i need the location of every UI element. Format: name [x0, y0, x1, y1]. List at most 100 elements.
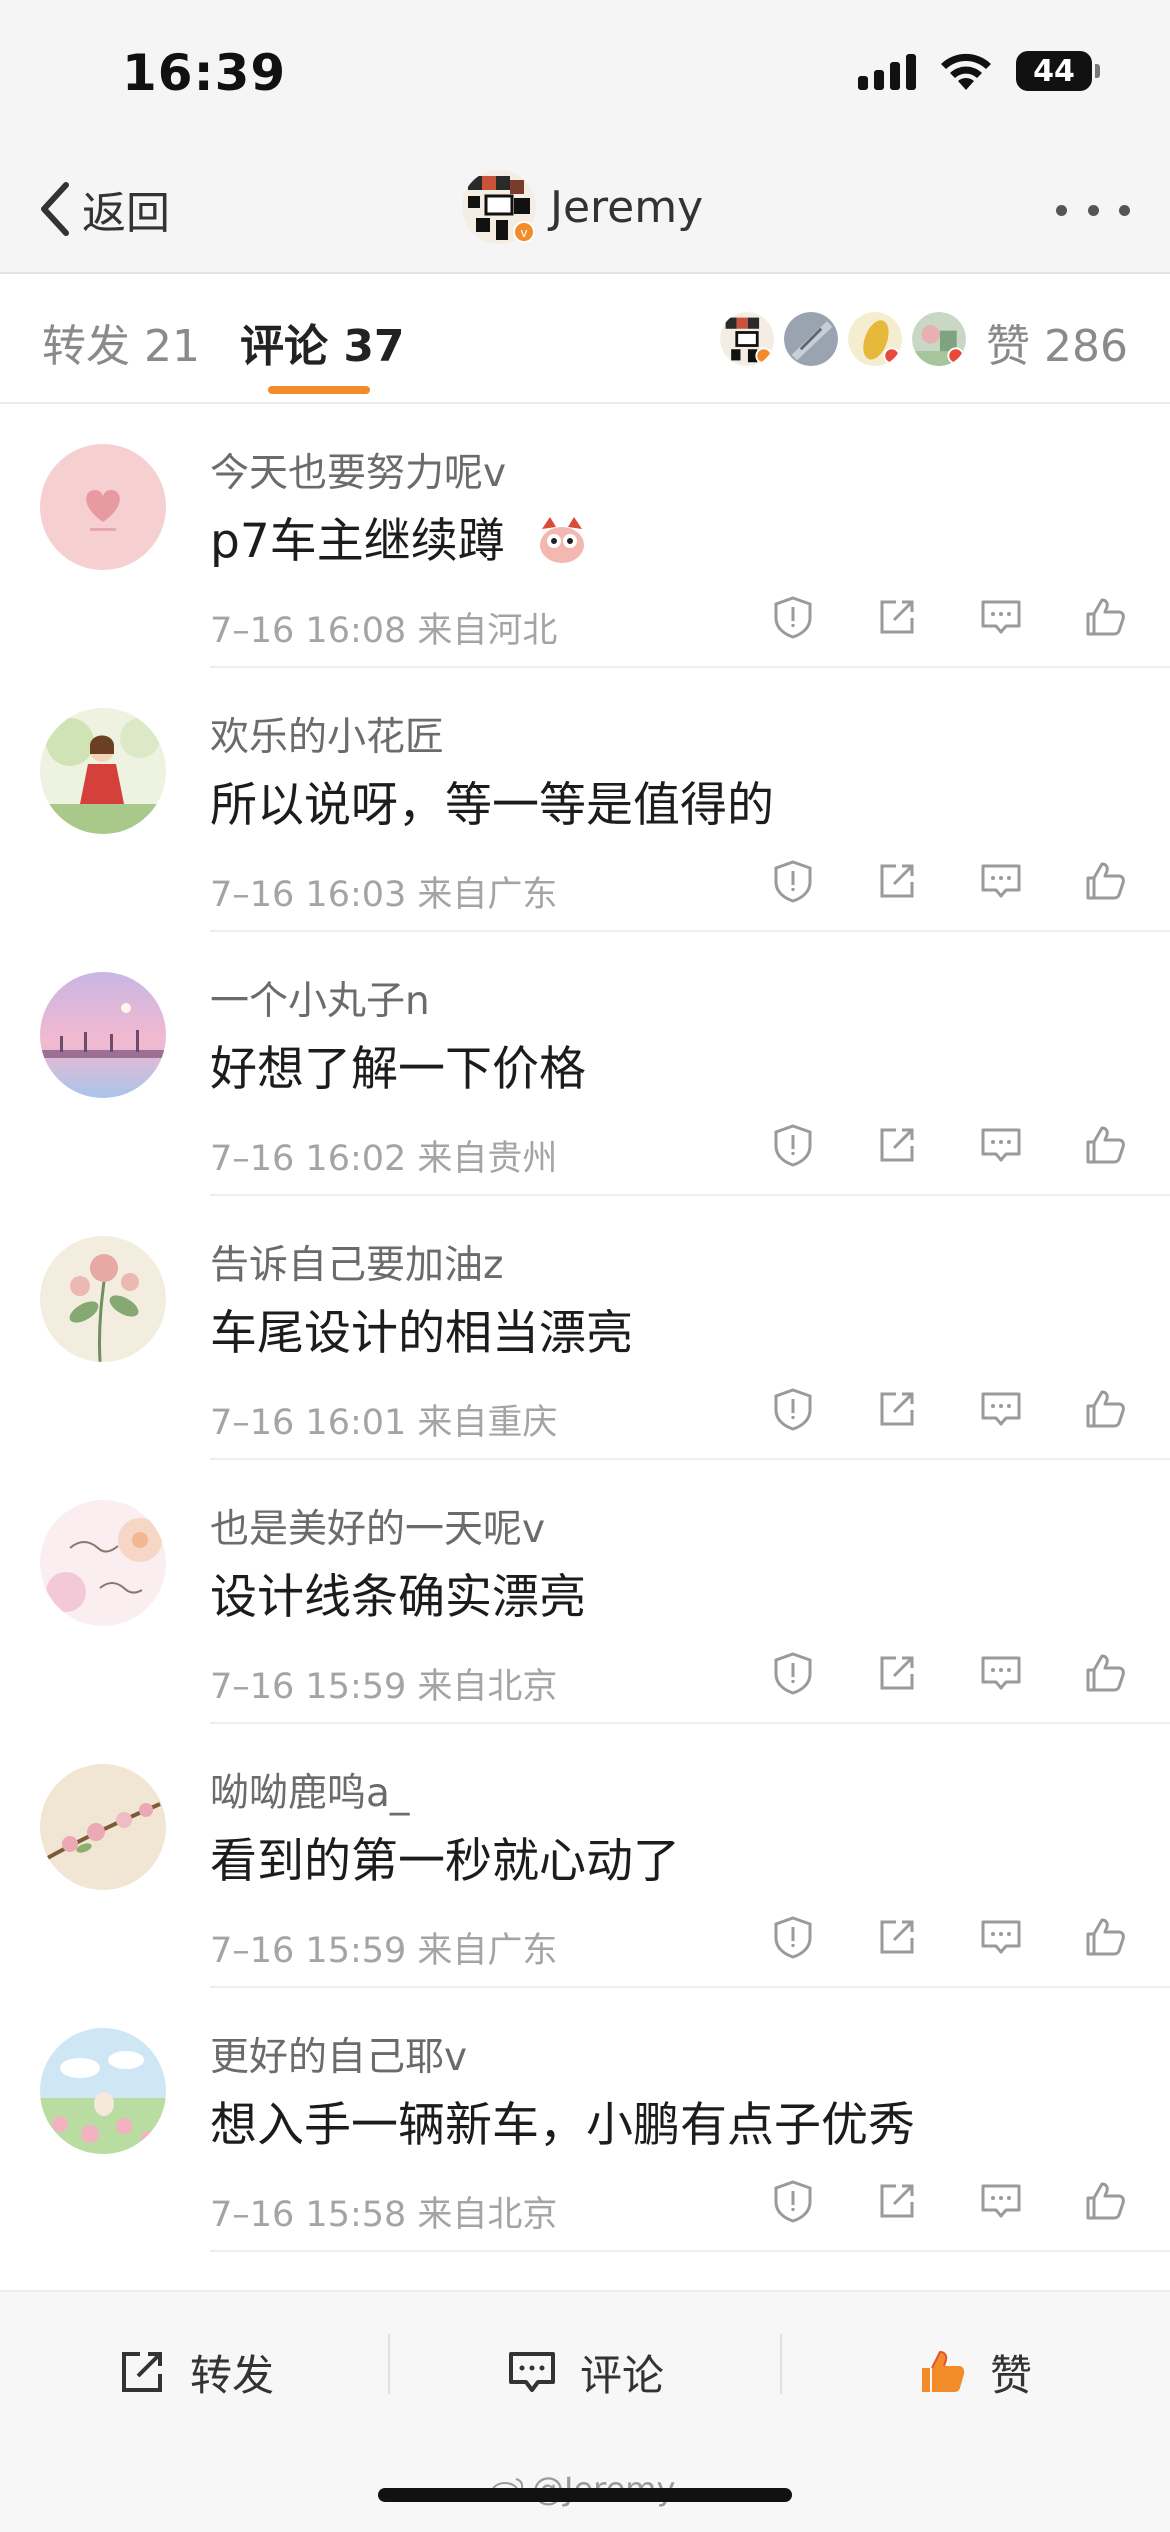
- comment-text: 车尾设计的相当漂亮: [210, 1306, 633, 1361]
- active-tab-indicator: [268, 386, 370, 394]
- comment-item: 今天也要努力呢v p7车主继续蹲 7–16 16:08 来自河北: [0, 404, 1170, 668]
- tab-reposts[interactable]: 转发 21: [42, 310, 200, 374]
- comment-meta: 7–16 16:03 来自广东: [210, 875, 558, 915]
- toolbar-divider: [388, 2334, 390, 2394]
- comment-item: 告诉自己要加油z 车尾设计的相当漂亮 7–16 16:01 来自重庆: [0, 1196, 1170, 1460]
- comment-text: 看到的第一秒就心动了: [210, 1834, 680, 1889]
- like-thumb-filled-icon: [922, 2350, 965, 2392]
- reply-icon[interactable]: [978, 1650, 1024, 1696]
- comment-item: 呦呦鹿鸣a_ 看到的第一秒就心动了 7–16 15:59 来自广东: [0, 1724, 1170, 1988]
- commenter-name[interactable]: 欢乐的小花匠: [210, 706, 444, 762]
- commenter-name[interactable]: 告诉自己要加油z: [210, 1234, 503, 1290]
- comment-text: 想入手一辆新车，小鹏有点子优秀: [210, 2098, 915, 2153]
- more-options-button[interactable]: [1056, 190, 1130, 230]
- status-time: 16:39: [122, 44, 287, 102]
- comment-item: 一个小丸子n 好想了解一下价格 7–16 16:02 来自贵州: [0, 932, 1170, 1196]
- comment-actions: [770, 1650, 1128, 1696]
- comment-text: 所以说呀，等一等是值得的: [210, 778, 774, 833]
- comment-button[interactable]: 评论: [506, 2332, 664, 2412]
- commenter-avatar[interactable]: [40, 2028, 166, 2154]
- comment-text: 设计线条确实漂亮: [210, 1570, 586, 1625]
- share-icon[interactable]: [874, 1650, 920, 1696]
- comment-item: 也是美好的一天呢v 设计线条确实漂亮 7–16 15:59 来自北京: [0, 1460, 1170, 1724]
- sticker-emoji-icon: [539, 517, 584, 563]
- chevron-left-icon: [41, 182, 69, 236]
- tab-bar: 转发 21 评论 37 赞 286: [0, 274, 1170, 404]
- repost-button[interactable]: 转发: [116, 2332, 274, 2412]
- commenter-avatar[interactable]: [40, 1236, 166, 1362]
- comment-icon: [509, 2352, 555, 2392]
- comment-item: 欢乐的小花匠 所以说呀，等一等是值得的 7–16 16:03 来自广东: [0, 668, 1170, 932]
- commenter-name[interactable]: 一个小丸子n: [210, 970, 430, 1026]
- like-thumb-icon[interactable]: [1082, 1122, 1128, 1168]
- comment-item: 更好的自己耶v 想入手一辆新车，小鹏有点子优秀 7–16 15:58 来自北京: [0, 1988, 1170, 2252]
- commenter-name[interactable]: 呦呦鹿鸣a_: [210, 1762, 409, 1818]
- user-avatar[interactable]: v: [462, 170, 536, 244]
- comment-meta: 7–16 15:59 来自广东: [210, 1931, 558, 1971]
- report-shield-icon[interactable]: [770, 1386, 816, 1432]
- report-shield-icon[interactable]: [770, 1914, 816, 1960]
- home-indicator: [378, 2488, 792, 2502]
- reply-icon[interactable]: [978, 1914, 1024, 1960]
- report-shield-icon[interactable]: [770, 1650, 816, 1696]
- commenter-name[interactable]: 也是美好的一天呢v: [210, 1498, 545, 1554]
- battery-icon: 44: [1016, 51, 1100, 91]
- nav-bar: 返回 v Jeremy: [0, 150, 1170, 274]
- reply-icon[interactable]: [978, 858, 1024, 904]
- comment-actions: [770, 1386, 1128, 1432]
- like-thumb-icon[interactable]: [1082, 1914, 1128, 1960]
- commenter-avatar[interactable]: [40, 972, 166, 1098]
- more-dot-icon: [1056, 204, 1067, 216]
- repost-label: 转发: [190, 2350, 275, 2400]
- reply-icon[interactable]: [978, 594, 1024, 640]
- comment-list: 今天也要努力呢v p7车主继续蹲 7–16 16:08 来自河北 欢乐的小花匠: [0, 404, 1170, 2252]
- reply-icon[interactable]: [978, 2178, 1024, 2224]
- share-icon[interactable]: [874, 1386, 920, 1432]
- comment-actions: [770, 2178, 1128, 2224]
- commenter-avatar[interactable]: [40, 1500, 166, 1626]
- like-thumb-icon[interactable]: [1082, 594, 1128, 640]
- share-icon[interactable]: [874, 594, 920, 640]
- signal-icon: [858, 52, 916, 90]
- commenter-avatar[interactable]: [40, 708, 166, 834]
- report-shield-icon[interactable]: [770, 1122, 816, 1168]
- comment-text: p7车主继续蹲: [210, 502, 592, 571]
- back-button[interactable]: 返回: [36, 174, 170, 244]
- like-thumb-icon[interactable]: [1082, 1386, 1128, 1432]
- reply-icon[interactable]: [978, 1386, 1024, 1432]
- comment-actions: [770, 1914, 1128, 1960]
- commenter-avatar[interactable]: [40, 444, 166, 570]
- share-icon[interactable]: [874, 1122, 920, 1168]
- comment-text: 好想了解一下价格: [210, 1042, 586, 1097]
- comment-meta: 7–16 15:58 来自北京: [210, 2195, 558, 2235]
- likes-count[interactable]: 赞 286: [986, 310, 1128, 374]
- commenter-name[interactable]: 今天也要努力呢v: [210, 442, 506, 498]
- like-thumb-icon[interactable]: [1082, 1650, 1128, 1696]
- tab-comments[interactable]: 评论 37: [240, 310, 405, 374]
- report-shield-icon[interactable]: [770, 858, 816, 904]
- like-thumb-icon[interactable]: [1082, 858, 1128, 904]
- like-button[interactable]: 赞: [916, 2332, 1032, 2412]
- liker-avatar: [782, 310, 840, 368]
- share-icon[interactable]: [874, 858, 920, 904]
- like-label: 赞: [990, 2350, 1033, 2400]
- comment-meta: 7–16 16:02 来自贵州: [210, 1139, 558, 1179]
- repost-icon: [122, 2352, 162, 2392]
- commenter-avatar[interactable]: [40, 1764, 166, 1890]
- share-icon[interactable]: [874, 2178, 920, 2224]
- status-bar: 16:39 44: [0, 0, 1170, 150]
- commenter-name[interactable]: 更好的自己耶v: [210, 2026, 467, 2082]
- share-icon[interactable]: [874, 1914, 920, 1960]
- like-thumb-icon[interactable]: [1082, 2178, 1128, 2224]
- report-shield-icon[interactable]: [770, 2178, 816, 2224]
- reply-icon[interactable]: [978, 1122, 1024, 1168]
- nav-profile[interactable]: v Jeremy: [462, 170, 703, 244]
- nav-username: Jeremy: [550, 181, 704, 233]
- liker-avatars[interactable]: [718, 310, 968, 368]
- comment-meta: 7–16 15:59 来自北京: [210, 1667, 558, 1707]
- liker-avatar: [718, 310, 776, 368]
- status-icons: 44: [858, 50, 1100, 92]
- report-shield-icon[interactable]: [770, 594, 816, 640]
- comment-divider: [210, 2250, 1170, 2252]
- comment-meta: 7–16 16:01 来自重庆: [210, 1403, 558, 1443]
